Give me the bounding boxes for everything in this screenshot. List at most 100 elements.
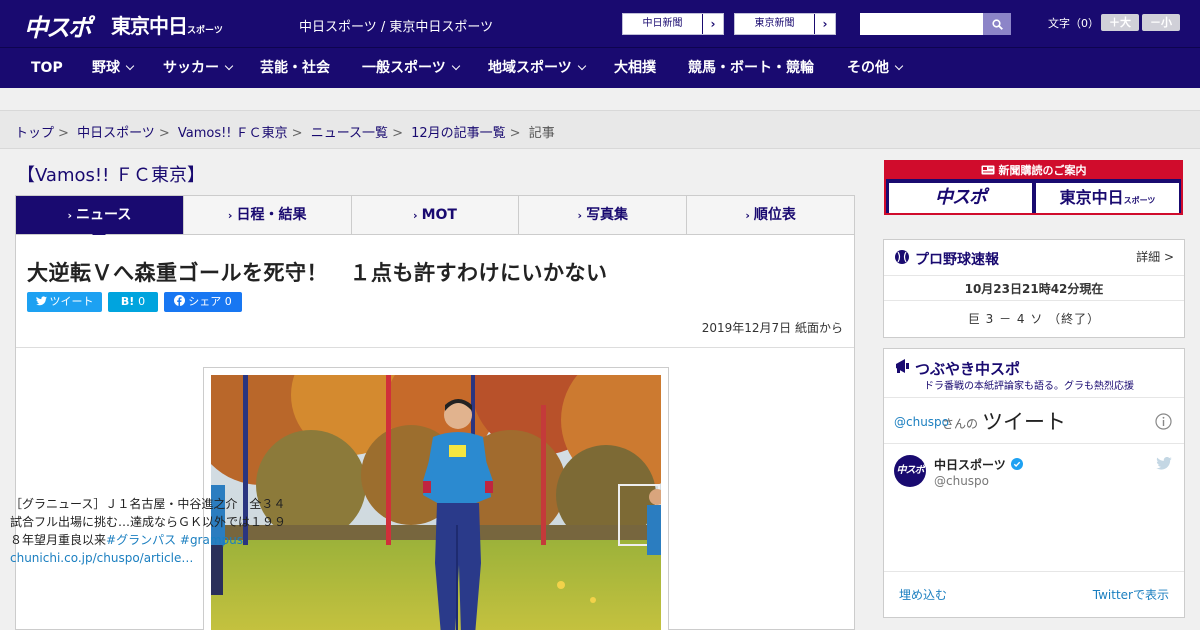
breadcrumb-link-december[interactable]: 12月の記事一覧 xyxy=(411,126,506,141)
chevron-right-icon: › xyxy=(413,209,418,222)
site-name: 中日スポーツ / 東京中日スポーツ xyxy=(299,20,494,35)
breadcrumb-link-top[interactable]: トップ xyxy=(15,126,54,141)
nav-label: 大相撲 xyxy=(614,60,656,76)
nav-label: サッカー xyxy=(163,60,219,76)
nav-item-general-sports[interactable]: 一般スポーツ xyxy=(362,48,460,89)
tweet-user-handle[interactable]: @chuspo xyxy=(934,474,989,488)
nav-label: 野球 xyxy=(92,60,120,76)
font-size-label: 文字（0） xyxy=(1048,17,1099,30)
subscribe-title: 新聞購読のご案内 xyxy=(998,164,1087,177)
avatar[interactable]: 中スポ xyxy=(894,455,926,487)
section-title: 【Vamos!! ＦＣ東京】 xyxy=(17,165,206,186)
baseball-icon xyxy=(895,250,909,264)
twitter-bird-icon[interactable] xyxy=(1156,457,1172,470)
baseball-detail-link[interactable]: 詳細 > xyxy=(1136,248,1174,265)
font-larger-button[interactable]: ＋大 xyxy=(1101,14,1139,31)
breadcrumb-separator: > xyxy=(509,126,521,141)
search-icon xyxy=(991,18,1003,30)
embed-link[interactable]: 埋め込む xyxy=(899,586,947,603)
chunichi-shimbun-link[interactable]: 中日新聞 › xyxy=(622,13,724,35)
nav-label: 芸能・社会 xyxy=(260,60,330,76)
chevron-down-icon xyxy=(125,61,135,71)
tab-label: 順位表 xyxy=(753,207,796,223)
view-on-twitter-link[interactable]: Twitterで表示 xyxy=(1093,586,1169,603)
twitter-bird-icon xyxy=(35,296,47,306)
breadcrumb-separator: > xyxy=(158,126,170,141)
tweet-url[interactable]: chunichi.co.jp/chuspo/article… xyxy=(10,551,193,565)
nav-label: TOP xyxy=(31,60,63,76)
tab-label: ニュース xyxy=(76,207,132,223)
breadcrumb: トップ > 中日スポーツ > Vamos!! ＦＣ東京 > ニュース一覧 > 12月の記… xyxy=(0,110,1200,149)
facebook-label: シェア xyxy=(188,295,222,308)
info-icon[interactable] xyxy=(1155,413,1172,430)
megaphone-icon xyxy=(896,359,909,373)
site-header: 中スポ 東京中日スポーツ 中日スポーツ / 東京中日スポーツ 中日新聞 › 東京… xyxy=(0,0,1200,47)
font-smaller-button[interactable]: －小 xyxy=(1142,14,1180,31)
tab-standings[interactable]: › 順位表 xyxy=(687,196,854,234)
article: 大逆転Ｖへ森重ゴールを死守！ １点も許すわけにいかない ツイート B! 0 シェ… xyxy=(15,235,855,630)
chevron-right-icon: › xyxy=(577,209,583,222)
chevron-right-icon: › xyxy=(702,14,723,34)
breadcrumb-link-fc-tokyo[interactable]: Vamos!! ＦＣ東京 xyxy=(178,126,288,141)
tokyo-shimbun-link[interactable]: 東京新聞 › xyxy=(734,13,836,35)
tab-schedule-results[interactable]: › 日程・結果 xyxy=(184,196,352,234)
breadcrumb-link-news-list[interactable]: ニュース一覧 xyxy=(311,126,388,141)
chuspo-logo[interactable]: 中スポ xyxy=(24,8,92,42)
breadcrumb-current: 記事 xyxy=(528,126,555,141)
tweet-hashtags[interactable]: #グランパス #grampus xyxy=(106,533,243,547)
tab-mot[interactable]: › MOT xyxy=(352,196,520,234)
game-score[interactable]: 巨 3 － 4 ソ （終了） xyxy=(884,310,1184,327)
breadcrumb-link-chunichi-sports[interactable]: 中日スポーツ xyxy=(77,126,155,141)
nav-item-other[interactable]: その他 xyxy=(847,48,904,89)
divider xyxy=(884,300,1184,301)
tweet-item[interactable]: 中スポ 中日スポーツ @chuspo xyxy=(884,443,1184,571)
tsubuyaki-subtitle: ドラ番戦の本紙評論家も語る。グラも熱烈応援 xyxy=(924,381,1134,392)
chevron-down-icon xyxy=(224,61,234,71)
timeline-handle-suffix: さんの xyxy=(942,417,979,431)
timeline-handle[interactable]: @chuspo xyxy=(894,415,949,429)
hatena-bookmark-button[interactable]: B! 0 xyxy=(108,292,158,312)
chevron-right-icon: › xyxy=(227,209,233,222)
tweet-body: ［グラニュース］Ｊ１名古屋・中谷進之介 全３４試合フル出場に挑む…達成ならＧＫ以… xyxy=(10,495,292,567)
chevron-down-icon xyxy=(577,61,586,71)
nav-item-soccer[interactable]: サッカー xyxy=(163,48,234,89)
tweet-label: ツイート xyxy=(49,295,94,308)
article-date: 2019年12月7日 紙面から xyxy=(701,321,843,335)
facebook-icon xyxy=(174,295,186,306)
nav-item-baseball[interactable]: 野球 xyxy=(92,48,135,89)
breadcrumb-separator: > xyxy=(392,126,403,141)
tokyo-chunichi-logo[interactable]: 東京中日スポーツ xyxy=(111,10,223,39)
facebook-share-button[interactable]: シェア 0 xyxy=(164,292,242,312)
chevron-down-icon xyxy=(894,61,904,71)
divider xyxy=(884,275,1184,276)
tweet-user-name[interactable]: 中日スポーツ xyxy=(934,456,1006,473)
timeline-heading: ツイート xyxy=(982,410,1066,434)
tab-label: 日程・結果 xyxy=(236,207,307,223)
nav-item-top[interactable]: TOP xyxy=(31,48,63,89)
tab-photos[interactable]: › 写真集 xyxy=(519,196,688,234)
tokyo-logo-text: 東京中日 xyxy=(111,14,188,38)
nav-item-local-sports[interactable]: 地域スポーツ xyxy=(488,48,586,89)
search-button[interactable] xyxy=(983,13,1011,35)
nav-item-racing[interactable]: 競馬・ボート・競輪 xyxy=(688,48,814,89)
baseball-title: プロ野球速報 xyxy=(915,252,999,268)
breadcrumb-trail: トップ > 中日スポーツ > Vamos!! ＦＣ東京 > ニュース一覧 > 12月の記… xyxy=(15,122,555,141)
hatena-icon: B! xyxy=(120,295,135,308)
subscribe-chuspo-logo[interactable]: 中スポ xyxy=(889,183,1032,213)
spacer-band xyxy=(0,88,1200,110)
hatena-count: 0 xyxy=(138,295,146,308)
facebook-count: 0 xyxy=(224,295,232,308)
chevron-right-icon: › xyxy=(814,14,835,34)
newspaper-icon xyxy=(981,165,994,175)
subscribe-heading: 新聞購読のご案内 xyxy=(886,162,1181,179)
subscribe-tokyo-small: スポーツ xyxy=(1123,196,1156,205)
nav-label: 一般スポーツ xyxy=(362,60,446,76)
verified-badge-icon xyxy=(1011,458,1023,470)
subscription-banner[interactable]: 新聞購読のご案内 中スポ 東京中日スポーツ xyxy=(884,160,1183,215)
search-input[interactable] xyxy=(860,13,983,35)
tweet-button[interactable]: ツイート xyxy=(27,292,102,312)
tab-news[interactable]: › ニュース xyxy=(16,196,184,241)
subscribe-tokyo-logo[interactable]: 東京中日スポーツ xyxy=(1036,183,1179,213)
nav-item-sumo[interactable]: 大相撲 xyxy=(614,48,656,89)
nav-item-entertainment[interactable]: 芸能・社会 xyxy=(260,48,330,89)
